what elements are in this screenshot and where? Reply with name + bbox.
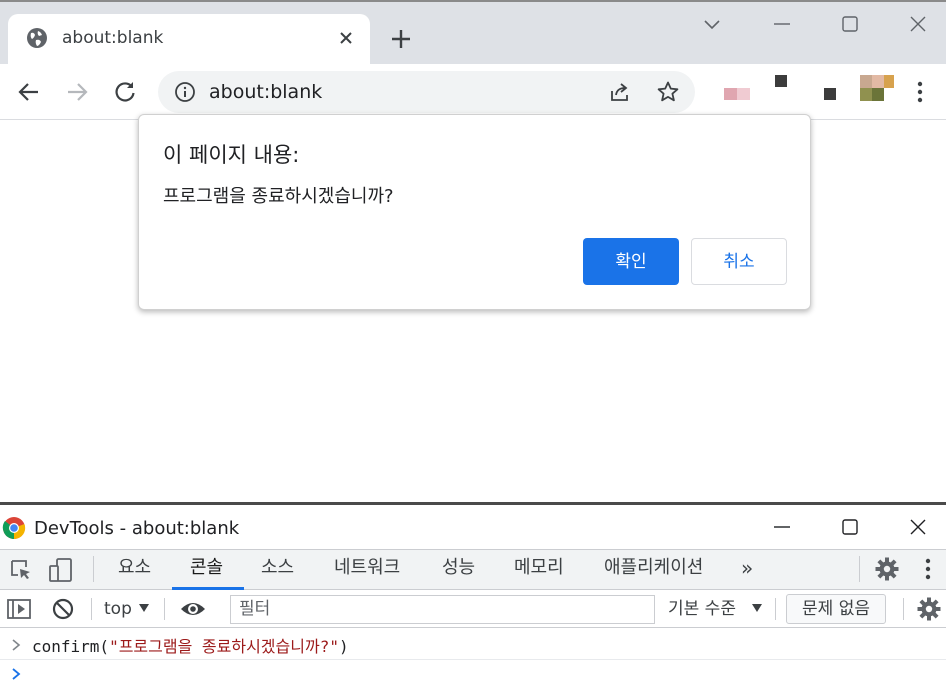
- separator: [903, 598, 904, 620]
- dialog-message: 프로그램을 종료하시겠습니까?: [163, 186, 394, 207]
- separator: [859, 556, 860, 582]
- back-icon[interactable]: [16, 79, 42, 105]
- globe-icon: [27, 28, 47, 48]
- log-string: "프로그램을 종료하시겠습니까?": [109, 637, 339, 656]
- browser-tab[interactable]: about:blank: [8, 14, 370, 64]
- tab-title: about:blank: [62, 28, 164, 48]
- separator: [91, 598, 92, 620]
- log-end: ): [338, 637, 349, 656]
- log-function: confirm(: [32, 637, 110, 656]
- reload-icon[interactable]: [112, 79, 138, 105]
- forward-icon[interactable]: [64, 79, 90, 105]
- close-icon[interactable]: [906, 515, 930, 539]
- more-tabs-button[interactable]: »: [741, 555, 753, 581]
- dialog-title: 이 페이지 내용:: [163, 143, 300, 167]
- kebab-menu-icon[interactable]: [910, 80, 930, 104]
- prompt-chevron-icon: [12, 639, 21, 651]
- close-icon[interactable]: [336, 28, 356, 48]
- maximize-icon[interactable]: [838, 12, 862, 36]
- eye-icon[interactable]: [179, 598, 207, 620]
- tab-performance[interactable]: 성능: [442, 555, 475, 581]
- tab-sources[interactable]: 소스: [261, 555, 294, 581]
- chrome-logo-icon: [2, 517, 26, 540]
- clear-icon[interactable]: [51, 597, 75, 621]
- tab-elements[interactable]: 요소: [118, 555, 151, 581]
- separator: [93, 556, 94, 582]
- tab-network[interactable]: 네트워크: [334, 555, 400, 581]
- dropdown-arrow-icon[interactable]: [138, 603, 150, 613]
- tab-console[interactable]: 콘솔: [190, 555, 223, 581]
- maximize-icon[interactable]: [838, 515, 862, 539]
- share-icon[interactable]: [607, 79, 633, 105]
- extension-icon[interactable]: [775, 75, 787, 87]
- address-text[interactable]: about:blank: [209, 79, 322, 105]
- log-levels-dropdown[interactable]: 기본 수준: [668, 598, 736, 620]
- minimize-icon[interactable]: [770, 515, 794, 539]
- console-log-text: confirm("프로그램을 종료하시겠습니까?"): [32, 636, 349, 658]
- context-selector[interactable]: top: [104, 598, 132, 620]
- device-toggle-icon[interactable]: [48, 557, 74, 583]
- issues-button[interactable]: 문제 없음: [786, 594, 886, 624]
- filter-input[interactable]: [230, 595, 655, 624]
- minimize-icon[interactable]: [770, 12, 794, 36]
- close-icon[interactable]: [906, 12, 930, 36]
- extension-icon[interactable]: [724, 88, 750, 100]
- prompt-chevron-icon[interactable]: [10, 667, 22, 681]
- devtools-window-title: DevTools - about:blank: [34, 518, 240, 539]
- separator: [775, 598, 776, 620]
- star-icon[interactable]: [656, 80, 680, 104]
- sidebar-icon[interactable]: [6, 597, 32, 621]
- extension-icon[interactable]: [824, 88, 836, 100]
- inspect-icon[interactable]: [8, 557, 34, 583]
- plus-icon[interactable]: [388, 26, 414, 52]
- cancel-button[interactable]: 취소: [691, 238, 787, 285]
- chevron-down-icon[interactable]: [700, 12, 724, 36]
- profile-avatar[interactable]: [860, 75, 894, 101]
- settings-icon[interactable]: [874, 556, 900, 582]
- tab-memory[interactable]: 메모리: [514, 555, 564, 581]
- tab-application[interactable]: 애플리케이션: [604, 555, 703, 581]
- separator: [164, 598, 165, 620]
- kebab-menu-icon[interactable]: [918, 556, 938, 582]
- ok-button[interactable]: 확인: [583, 238, 679, 285]
- info-icon[interactable]: [174, 81, 196, 103]
- dropdown-arrow-icon[interactable]: [751, 603, 763, 613]
- filter-placeholder: 필터: [239, 599, 271, 619]
- settings-icon[interactable]: [916, 596, 942, 622]
